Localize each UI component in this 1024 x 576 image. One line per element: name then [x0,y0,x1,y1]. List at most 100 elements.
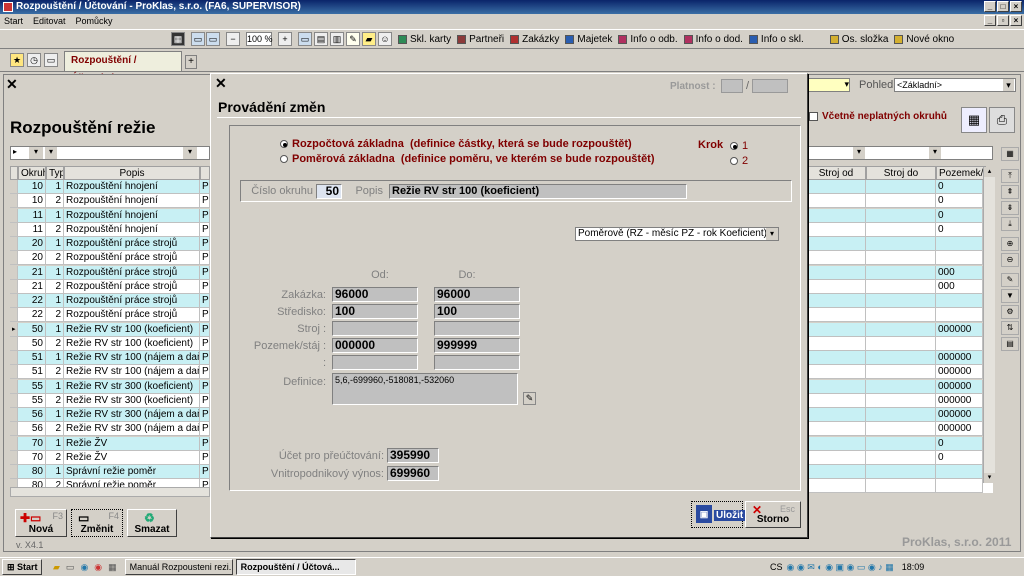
panel-close-icon[interactable]: ✕ [6,76,18,93]
definice-edit-icon[interactable]: ✎ [523,392,536,405]
page-down-icon[interactable]: ⇟ [1001,201,1019,215]
radio-rozpoctova[interactable]: Rozpočtová základna (definice částky, kt… [280,138,632,150]
tray-icons[interactable]: ◉ ◉ ✉ ◐ ◉ ▣ ◉ ▭ ◉ ♪ ▦ [787,562,894,573]
table-row[interactable]: 562Režie RV str 300 (nájem a daňPi [10,422,210,437]
stredisko-od-field[interactable]: 100 [332,304,418,319]
export-excel-icon[interactable]: ▦ [961,107,987,133]
maximize-button[interactable]: □ [997,1,1009,12]
table-row[interactable]: 512Režie RV str 100 (nájem a daňPi [10,365,210,380]
grid-settings-icon[interactable]: ▦ [1001,147,1019,161]
smazat-button[interactable]: ♻ Smazat [127,509,177,537]
pohled-select[interactable]: <Základní> ▾ [894,78,1016,92]
platnost-do-field[interactable] [752,79,788,93]
ulozit-button[interactable]: ▣ Uložit [691,501,746,528]
table-row[interactable]: 111Rozpouštění hnojeníPi [10,208,210,223]
grid-scrollbar[interactable]: ▴ ▾ [983,167,995,483]
table-row-right[interactable] [806,336,993,351]
table-row-right[interactable] [806,251,993,266]
table-row[interactable]: ▸501Režie RV str 100 (koeficient)Pi [10,322,210,337]
keyboard-icon[interactable]: ▦ [168,30,188,48]
edit-icon[interactable]: ✎ [1001,273,1019,287]
radio-pomerova[interactable]: Poměrová základna (definice poměru, ve k… [280,153,655,165]
table-row[interactable]: 112Rozpouštění hnojeníPi [10,222,210,237]
table-row-right[interactable] [806,465,993,479]
table-row[interactable]: 201Rozpouštění práce strojůPi [10,237,210,251]
col-pozemek[interactable]: Pozemek/s [936,166,986,180]
menu-start[interactable]: Start [4,14,23,28]
menu-pomucky[interactable]: Pomůcky [76,14,113,28]
table-row-right[interactable]: 000000 [806,322,993,337]
zoom-in-grid-icon[interactable]: ⊕ [1001,237,1019,251]
table-row[interactable]: 702Režie ŽVPi [10,450,210,465]
cislo-okruhu-field[interactable]: 50 [316,184,342,199]
shortcut-partneri[interactable]: Partneři [454,30,507,48]
col-typ[interactable]: Typ [46,166,64,180]
ucet-field[interactable]: 395990 [387,448,439,463]
first-record-icon[interactable]: ⤒ [1001,169,1019,183]
child-minimize-button[interactable]: _ [984,15,996,26]
shortcut-info-skl[interactable]: Info o skl. [746,30,807,48]
table-row-right[interactable]: 000000 [806,422,993,437]
window-icon[interactable]: ▭ [44,53,58,67]
table-row-right[interactable] [806,308,993,323]
table-row-right[interactable]: 0 [806,436,993,451]
stroj-do-field[interactable] [434,321,520,336]
table-row[interactable]: 212Rozpouštění práce strojůPi [10,279,210,294]
shortcut-info-dod[interactable]: Info o dod. [681,30,746,48]
language-indicator[interactable]: CS [770,562,783,572]
zoom-out-grid-icon[interactable]: ⊖ [1001,253,1019,267]
vynos-field[interactable]: 699960 [387,466,439,481]
table-row-right[interactable]: 000000 [806,393,993,408]
tab-rozpousteni[interactable]: Rozpouštění / Účtování [64,51,182,84]
table-row-right[interactable]: 0 [806,222,993,237]
neplatne-checkbox[interactable]: Včetně neplatných okruhů [809,111,947,122]
krok-2-radio[interactable]: 2 [730,155,748,167]
shortcut-skl-karty[interactable]: Skl. karty [395,30,454,48]
table-row[interactable]: 202Rozpouštění práce strojůPi [10,251,210,266]
table-row[interactable]: 101Rozpouštění hnojeníPi [10,180,210,194]
table-row[interactable]: 502Režie RV str 100 (koeficient)Pi [10,336,210,351]
menu-editovat[interactable]: Editovat [33,14,66,28]
table-row-right[interactable]: 000000 [806,379,993,394]
shortcut-os-slozka[interactable]: Os. složka [827,30,892,48]
extra-do-field[interactable] [434,355,520,370]
table-row-right[interactable] [806,294,993,308]
tools-icon[interactable]: ⚙ [1001,305,1019,319]
close-button[interactable]: × [1010,1,1022,12]
zmenit-button[interactable]: ▭ F4 Změnit [71,509,123,537]
last-record-icon[interactable]: ⤓ [1001,217,1019,231]
sort-icon[interactable]: ⇅ [1001,321,1019,335]
pomerove-select[interactable]: Poměrově (RZ - měsíc PZ - rok Koeficient… [575,227,779,241]
minimize-button[interactable]: _ [984,1,996,12]
pozemek-od-field[interactable]: 000000 [332,338,418,353]
filter-dropdown[interactable]: ▾ [806,78,850,92]
table-row-right[interactable]: 000 [806,279,993,294]
shortcut-zakazky[interactable]: Zakázky [507,30,562,48]
child-restore-button[interactable]: ▫ [997,15,1009,26]
child-close-button[interactable]: × [1010,15,1022,26]
pozemek-do-field[interactable]: 999999 [434,338,520,353]
table-row-right[interactable]: 0 [806,194,993,209]
table-row[interactable]: 552Režie RV str 300 (koeficient)Pi [10,393,210,408]
zoom-in-icon[interactable]: + [275,30,295,48]
zoom-out-icon[interactable]: − [223,30,243,48]
horizontal-scrollbar[interactable] [10,487,210,497]
table-row[interactable]: 551Režie RV str 300 (koeficient)Pi [10,379,210,394]
table-row-right[interactable]: 000000 [806,365,993,380]
table-row-right[interactable]: 000 [806,265,993,280]
table-row-right[interactable]: 000000 [806,351,993,365]
print-icon[interactable]: ⎙ [989,107,1015,133]
shortcut-nove-okno[interactable]: Nové okno [891,30,957,48]
task-manual[interactable]: Manuál Rozpousteni rezi... [124,559,233,575]
table-row[interactable]: 102Rozpouštění hnojeníPi [10,194,210,209]
quicklaunch-icons[interactable]: ▰ ▭ ◉ ◉ ▦ [53,562,117,573]
table-row[interactable]: 511Režie RV str 100 (nájem a daňPi [10,351,210,365]
stredisko-do-field[interactable]: 100 [434,304,520,319]
table-row[interactable]: 561Režie RV str 300 (nájem a daňPi [10,408,210,422]
table-row[interactable]: 801Správní režie poměrPi [10,465,210,479]
toolbar-misc-icons[interactable]: ▭ ▤ ▥ ✎ ▰ ☺ [295,30,395,48]
page-up-icon[interactable]: ⇞ [1001,185,1019,199]
filter-row-left[interactable]: ▸ ▾ ▾ ▾ [10,146,210,160]
col-stroj-do[interactable]: Stroj do [866,166,936,180]
start-button[interactable]: ⊞ Start [2,559,42,575]
